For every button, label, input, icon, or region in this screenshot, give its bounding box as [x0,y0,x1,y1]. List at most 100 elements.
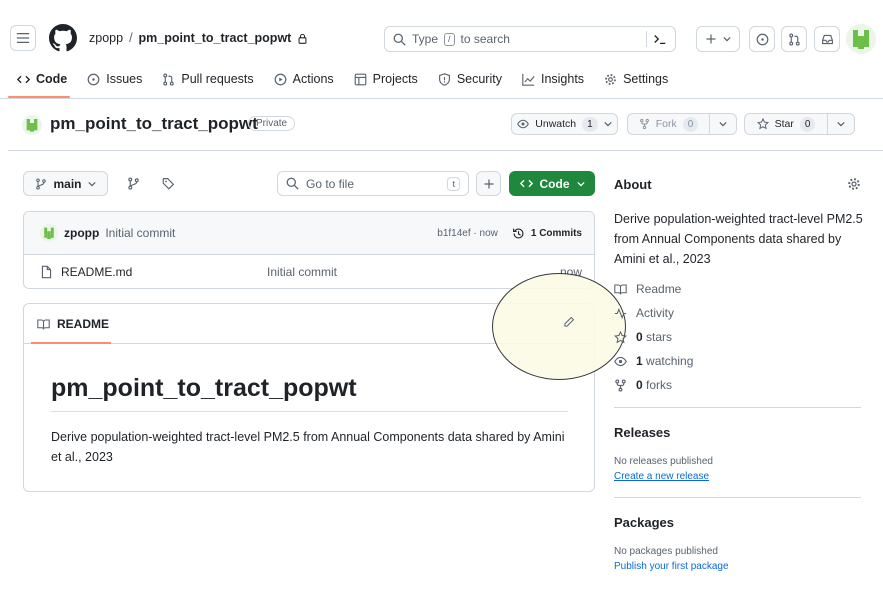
readme-tab-underline [31,342,111,344]
search-icon [286,177,299,190]
book-icon [37,319,50,329]
code-button-label: Code [539,176,570,191]
pull-requests-header-button[interactable] [781,26,807,52]
tab-security[interactable]: Security [438,64,502,94]
identicon-avatar-icon [40,224,58,242]
forks-count: 0 [636,378,643,392]
owner-link[interactable]: zpopp [89,31,123,45]
create-release-link[interactable]: Create a new release [614,471,709,482]
inbox-icon [821,34,833,44]
fork-button[interactable]: Fork 0 [627,113,737,135]
chevron-down-icon [837,121,845,127]
go-to-file-placeholder: Go to file [306,176,355,191]
activity-link[interactable]: Activity [614,301,693,325]
chevron-down-icon [604,121,612,127]
star-count: 0 [799,116,816,132]
stars-label: stars [646,330,673,344]
file-commit-message[interactable]: Initial commit [267,265,560,279]
git-branch-icon [36,177,47,190]
latest-commit-bar: zpopp Initial commit b1f14ef · now 1 Com… [24,212,594,255]
search-shortcut-key: / [444,32,455,46]
star-label: Star [774,118,794,130]
chevron-down-icon [719,121,727,127]
hamburger-icon [16,32,30,44]
tab-security-label: Security [456,72,502,86]
unwatch-button[interactable]: Unwatch 1 [511,113,618,135]
tab-code-label: Code [36,72,68,86]
tags-link[interactable] [162,177,175,190]
commits-link[interactable]: 1 Commits [531,228,582,239]
issue-opened-icon [87,73,100,85]
add-file-button[interactable] [476,171,501,196]
search-icon [393,33,406,46]
repo-owner-avatar [22,115,42,135]
repo-nav: Code Issues Pull requests Actions Projec… [17,64,668,94]
tab-issues[interactable]: Issues [87,64,142,94]
highlight-ellipse [492,273,626,380]
create-new-button[interactable] [696,26,740,52]
commit-author[interactable]: zpopp [64,226,99,240]
file-name[interactable]: README.md [61,265,267,279]
branches-link[interactable] [127,177,140,190]
issues-header-button[interactable] [749,26,775,52]
commit-hash-time[interactable]: b1f14ef · now [437,228,498,239]
repo-link[interactable]: pm_point_to_tract_popwt [139,31,292,45]
commit-message[interactable]: Initial commit [105,226,175,240]
releases-heading[interactable]: Releases [614,425,670,440]
github-logo[interactable] [49,24,77,52]
readme-tab-label: README [57,317,110,331]
tab-insights[interactable]: Insights [522,64,584,94]
menu-button[interactable] [10,25,36,51]
header-divider [8,150,883,151]
watching-label: watching [646,354,694,368]
git-pull-request-icon [788,32,800,46]
repo-forked-icon [615,378,626,392]
repo-forked-icon [639,118,649,130]
pulse-icon [614,307,627,319]
search-input[interactable]: Type / to search [384,26,676,52]
tab-actions[interactable]: Actions [274,64,334,94]
watching-link[interactable]: 1 watching [614,349,693,373]
forks-link[interactable]: 0 forks [614,373,693,397]
code-button[interactable]: Code [509,171,595,196]
tab-projects[interactable]: Projects [354,64,418,94]
search-placeholder-suffix: to search [460,32,510,46]
table-row[interactable]: README.md Initial commit now [24,255,594,288]
go-to-file-input[interactable]: Go to file t [277,171,469,196]
tab-code[interactable]: Code [17,64,67,94]
readme-heading: pm_point_to_tract_popwt [51,374,357,402]
gear-icon [605,73,616,85]
about-settings-button[interactable] [847,177,861,191]
branch-selector[interactable]: main [23,171,108,196]
tab-settings[interactable]: Settings [604,64,668,94]
table-icon [354,73,367,85]
chevron-down-icon [723,36,731,42]
gear-icon [848,178,860,190]
shield-icon [438,72,450,86]
eye-icon [614,356,627,366]
identicon-avatar-icon [22,115,42,135]
git-branch-icon [128,177,139,190]
stars-link[interactable]: 0 stars [614,325,693,349]
pencil-icon [564,316,575,327]
readme-link[interactable]: Readme [614,277,693,301]
star-icon [614,330,627,343]
github-mark-icon [49,24,77,52]
readme-heading-rule [51,411,568,412]
packages-heading[interactable]: Packages [614,515,674,530]
tab-pull-requests-label: Pull requests [181,72,254,86]
command-palette-icon[interactable] [653,32,667,46]
edit-readme-button[interactable] [563,316,575,328]
user-avatar[interactable] [846,24,876,54]
star-button[interactable]: Star 0 [744,113,855,135]
tab-issues-label: Issues [106,72,143,86]
readme-tab[interactable]: README [37,317,109,331]
tab-settings-label: Settings [623,72,669,86]
about-meta: Readme Activity 0 stars 1 watching 0 for… [614,277,693,397]
publish-package-link[interactable]: Publish your first package [614,561,729,572]
play-icon [274,73,287,85]
inbox-button[interactable] [814,26,840,52]
repo-title[interactable]: pm_point_to_tract_popwt [50,114,258,134]
tab-pull-requests[interactable]: Pull requests [162,64,254,94]
unwatch-label: Unwatch [535,118,577,130]
